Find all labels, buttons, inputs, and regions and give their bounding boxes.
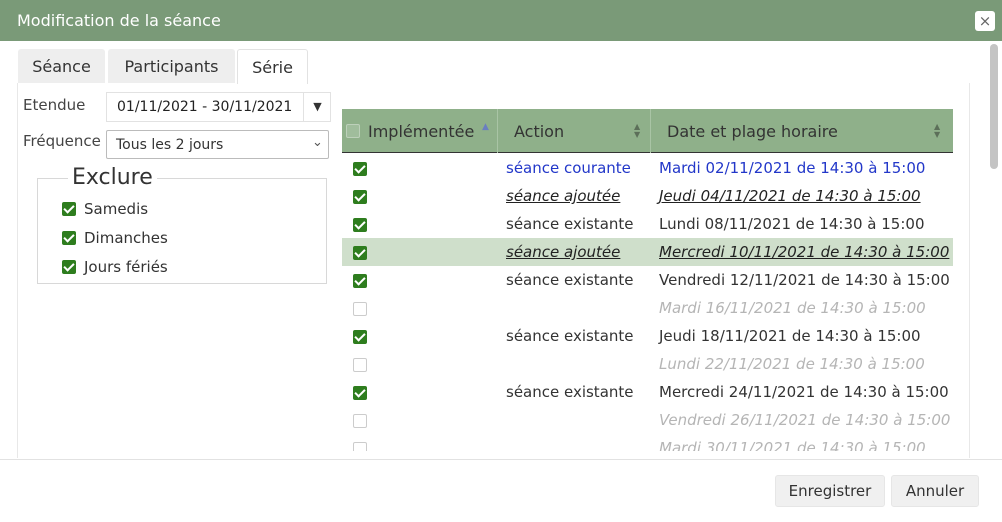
series-grid: Implémentée ▲ Action ▲ ▼ Date et plage ho… [342,109,953,451]
table-row[interactable]: séance ajoutée Jeudi 04/11/2021 de 14:30 … [342,182,953,210]
checkbox-dimanches[interactable] [62,231,76,245]
action-cell: séance existante [506,327,634,345]
date-cell: Mardi 16/11/2021 de 14:30 à 15:00 [659,299,926,317]
date-cell: Vendredi 26/11/2021 de 14:30 à 15:00 [659,411,951,429]
dropdown-arrow-icon[interactable]: ▼ [303,93,331,121]
chevron-down-icon: ⌄ [312,135,323,150]
action-cell: séance ajoutée [506,187,621,205]
table-row[interactable]: séance ajoutée Mercredi 10/11/2021 de 14:… [342,238,953,266]
column-divider [497,109,498,153]
date-cell: Jeudi 04/11/2021 de 14:30 à 15:00 [659,187,921,205]
action-cell: séance ajoutée [506,243,621,261]
cancel-button[interactable]: Annuler [891,475,979,507]
close-icon[interactable]: × [975,11,995,31]
implemented-checkbox[interactable] [353,358,367,372]
date-cell: Mercredi 10/11/2021 de 14:30 à 15:00 [659,243,950,261]
column-header-date[interactable]: Date et plage horaire [667,122,838,141]
exclure-fieldset [37,178,327,284]
date-cell: Mardi 30/11/2021 de 14:30 à 15:00 [659,439,926,451]
jours-feries-label: Jours fériés [84,258,168,276]
action-cell: séance existante [506,383,634,401]
checkbox-jours-feries[interactable] [62,260,76,274]
table-row[interactable]: séance courante Mardi 02/11/2021 de 14:30… [342,154,953,182]
checkbox-samedis[interactable] [62,202,76,216]
implemented-checkbox[interactable] [353,190,367,204]
implemented-checkbox[interactable] [353,414,367,428]
tab-seance[interactable]: Séance [18,49,105,83]
implemented-checkbox[interactable] [353,246,367,260]
dialog-footer: Enregistrer Annuler [0,459,1002,522]
implemented-checkbox[interactable] [353,330,367,344]
date-cell: Mardi 02/11/2021 de 14:30 à 15:00 [659,159,926,177]
frequence-label: Fréquence [23,132,101,150]
etendue-label: Etendue [23,96,86,114]
column-header-action[interactable]: Action [514,122,564,141]
frequence-select[interactable]: Tous les 2 jours ⌄ [106,130,329,159]
sort-icon[interactable]: ▲ ▼ [634,123,640,139]
frequence-value: Tous les 2 jours [116,137,224,153]
samedis-label: Samedis [84,200,149,218]
column-divider [650,109,651,153]
table-row[interactable]: séance existante Jeudi 18/11/2021 de 14:3… [342,322,953,350]
table-row[interactable]: séance existante Vendredi 12/11/2021 de 1… [342,266,953,294]
table-row[interactable]: Mardi 30/11/2021 de 14:30 à 15:00 [342,434,953,451]
implemented-checkbox[interactable] [353,218,367,232]
dimanches-label: Dimanches [84,229,168,247]
date-cell: Mercredi 24/11/2021 de 14:30 à 15:00 [659,383,949,401]
table-row[interactable]: Mardi 16/11/2021 de 14:30 à 15:00 [342,294,953,322]
sort-icon[interactable]: ▲ ▼ [934,123,940,139]
date-cell: Jeudi 18/11/2021 de 14:30 à 15:00 [659,327,921,345]
dialog-title: Modification de la séance [17,11,221,30]
action-cell: séance existante [506,271,634,289]
tab-participants[interactable]: Participants [108,49,235,83]
exclure-legend: Exclure [68,165,157,190]
sort-ascending-icon[interactable]: ▲ [482,122,489,132]
date-range-value[interactable]: 01/11/2021 - 30/11/2021 [117,99,292,115]
table-row[interactable]: séance existante Mercredi 24/11/2021 de 1… [342,378,953,406]
implemented-checkbox[interactable] [353,302,367,316]
save-button[interactable]: Enregistrer [775,475,885,507]
table-row[interactable]: séance existante Lundi 08/11/2021 de 14:3… [342,210,953,238]
action-cell: séance existante [506,215,634,233]
grid-header: Implémentée ▲ Action ▲ ▼ Date et plage ho… [342,109,953,153]
select-all-checkbox[interactable] [346,124,360,138]
date-cell: Lundi 08/11/2021 de 14:30 à 15:00 [659,215,925,233]
table-row[interactable]: Lundi 22/11/2021 de 14:30 à 15:00 [342,350,953,378]
column-header-implementee[interactable]: Implémentée [368,122,474,141]
date-cell: Vendredi 12/11/2021 de 14:30 à 15:00 [659,271,950,289]
dialog-scrollbar[interactable] [990,44,998,169]
date-range-picker[interactable]: 01/11/2021 - 30/11/2021 ▼ [106,92,331,122]
action-cell: séance courante [506,159,631,177]
tab-serie[interactable]: Série [237,49,308,84]
implemented-checkbox[interactable] [353,162,367,176]
implemented-checkbox[interactable] [353,386,367,400]
table-row[interactable]: Vendredi 26/11/2021 de 14:30 à 15:00 [342,406,953,434]
date-cell: Lundi 22/11/2021 de 14:30 à 15:00 [659,355,925,373]
implemented-checkbox[interactable] [353,442,367,451]
dialog-titlebar: Modification de la séance × [0,0,1002,41]
implemented-checkbox[interactable] [353,274,367,288]
